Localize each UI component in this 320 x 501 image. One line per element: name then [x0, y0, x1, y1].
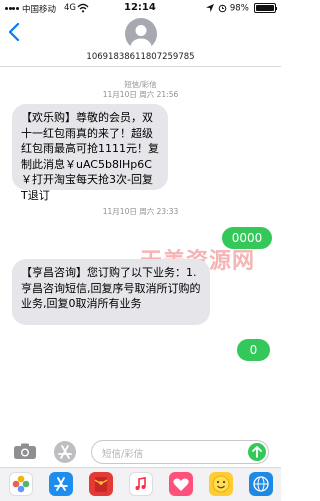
battery-icon: [253, 3, 276, 13]
timestamp: 11月10日 周六 21:56: [102, 90, 179, 99]
heart-sticker-icon[interactable]: [169, 472, 193, 496]
incoming-message-bubble[interactable]: 【欢乐购】尊敬的会员，双十一红包雨真的来了！超级红包雨最高可抢1111元！复制此…: [12, 104, 168, 202]
message-input[interactable]: 短信/彩信: [91, 440, 269, 464]
chevron-left-icon[interactable]: [7, 22, 21, 42]
alarm-icon: [218, 4, 227, 13]
carrier-name: 中国移动: [22, 5, 57, 15]
send-arrow-icon[interactable]: [248, 443, 266, 461]
sender-number[interactable]: 1069183861180725978​5: [0, 52, 281, 62]
status-bar: 中国移动 4G 12:14 98%: [0, 0, 281, 18]
network-type: 4G: [64, 3, 76, 13]
emoji-icon[interactable]: [209, 472, 233, 496]
red-envelope-icon[interactable]: [89, 472, 113, 496]
clock: 12:14: [124, 2, 156, 13]
location-icon: [206, 4, 215, 12]
status-right: 98%: [205, 3, 277, 14]
incoming-message-bubble[interactable]: 【亨昌咨询】您订购了以下业务：1.亨昌咨询短信,回复序号取消所订购的业务,回复0…: [12, 259, 210, 325]
wifi-icon: [77, 3, 89, 13]
music-icon[interactable]: [129, 472, 153, 496]
timestamp: 11月10日 周六 23:33: [102, 207, 179, 216]
outgoing-message-bubble[interactable]: 0: [237, 339, 270, 361]
globe-icon[interactable]: [249, 472, 273, 496]
header-divider: [0, 66, 281, 67]
signal-strength-icon: [5, 5, 21, 12]
person-icon[interactable]: [125, 18, 157, 50]
photos-icon[interactable]: [9, 472, 33, 496]
app-store-icon[interactable]: [49, 472, 73, 496]
app-drawer: [0, 467, 281, 501]
input-placeholder: 短信/彩信: [102, 449, 144, 460]
app-store-icon[interactable]: [54, 441, 76, 463]
battery-percent: 98%: [229, 3, 249, 14]
camera-icon[interactable]: [13, 442, 37, 460]
